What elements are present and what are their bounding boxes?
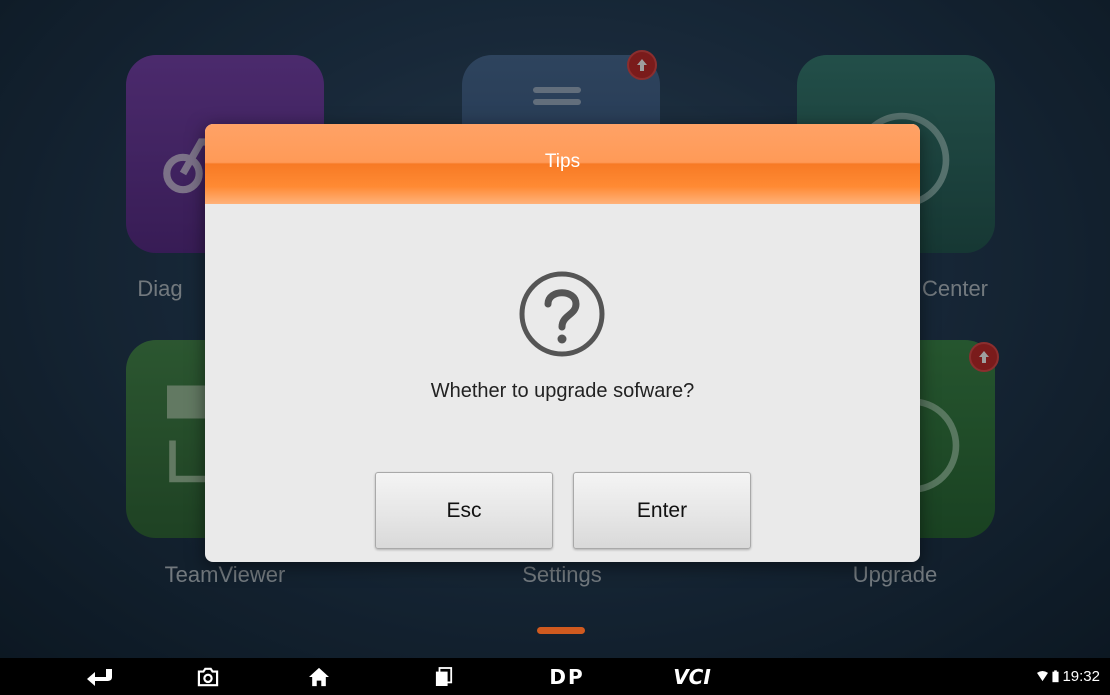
home-button[interactable] [301,658,337,695]
dialog-message: Whether to upgrade sofware? [430,380,695,402]
dialog-header: Tips [205,124,920,204]
clock: 19:32 [1062,668,1100,685]
camera-icon [197,667,219,686]
esc-button[interactable]: Esc [375,472,553,549]
recent-apps-icon [435,666,453,686]
wifi-icon [1037,671,1049,682]
back-button[interactable] [78,658,122,695]
vci-button[interactable]: VCI [660,658,724,695]
recent-apps-button[interactable] [426,658,462,695]
dp-label: DP [549,664,585,689]
home-icon [309,667,329,686]
page-indicator [537,627,585,634]
back-icon [87,668,112,686]
navigation-bar: DP VCI 19:32 [0,658,1110,695]
dp-button[interactable]: DP [535,658,599,695]
dialog-title: Tips [544,151,581,172]
camera-button[interactable] [190,658,226,695]
tips-dialog: Tips Whether to upgrade sofware? Esc Ent… [205,124,920,562]
battery-icon [1052,670,1060,683]
status-area: 19:32 [1036,658,1100,695]
enter-button[interactable]: Enter [573,472,751,549]
vci-label: VCI [673,664,711,689]
question-icon [519,271,605,357]
